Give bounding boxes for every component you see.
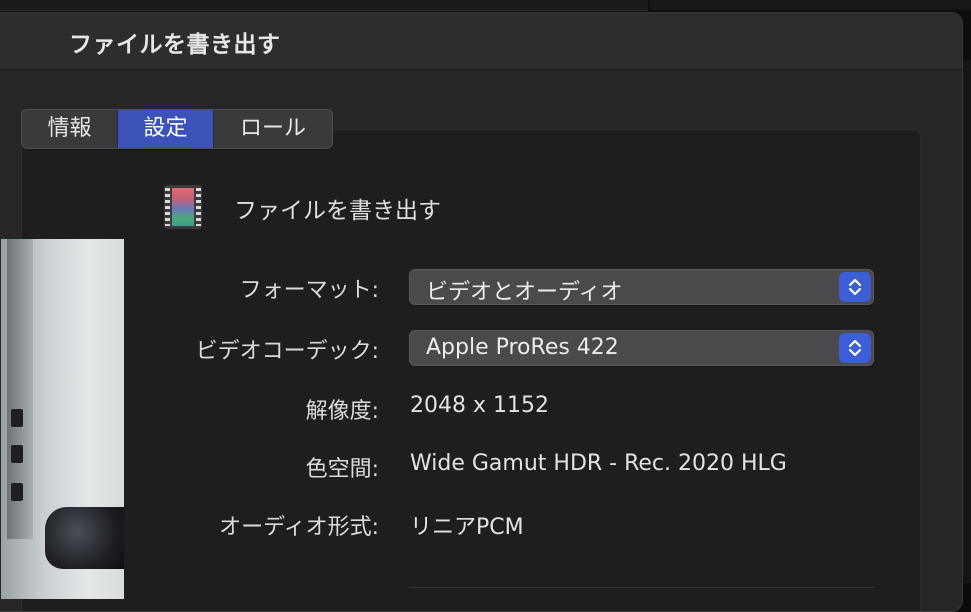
video-codec-value: Apple ProRes 422: [426, 335, 619, 360]
audio-format-label: オーディオ形式:: [219, 515, 379, 540]
format-label: フォーマット:: [239, 278, 379, 303]
video-codec-label: ビデオコーデック:: [195, 339, 379, 364]
color-space-value: Wide Gamut HDR - Rec. 2020 HLG: [410, 451, 787, 476]
chevron-updown-icon[interactable]: [839, 272, 871, 302]
color-space-label: 色空間:: [305, 457, 379, 482]
tab-roles[interactable]: ロール: [214, 110, 332, 148]
audio-format-value: リニアPCM: [410, 515, 524, 540]
background-window-edge-right: [650, 0, 971, 10]
export-file-window: ファイルを書き出す 情報 設定 ロール ファイルを書き出す フォーマット: ビデ…: [0, 12, 963, 612]
background-window-edge: [0, 0, 648, 11]
window-titlebar: ファイルを書き出す: [0, 13, 962, 70]
tab-bar: 情報 設定 ロール: [21, 109, 333, 149]
preview-thumbnail: [1, 239, 124, 599]
tab-settings[interactable]: 設定: [118, 110, 214, 148]
format-popup[interactable]: ビデオとオーディオ: [409, 269, 874, 305]
export-heading: ファイルを書き出す: [234, 198, 441, 224]
chevron-updown-icon[interactable]: [839, 333, 871, 363]
resolution-value: 2048 x 1152: [410, 393, 549, 418]
divider: [409, 587, 874, 588]
film-strip-icon: [164, 185, 202, 229]
format-value: ビデオとオーディオ: [426, 280, 623, 305]
tab-info[interactable]: 情報: [22, 110, 118, 148]
video-codec-popup[interactable]: Apple ProRes 422: [409, 330, 874, 366]
window-title: ファイルを書き出す: [69, 32, 281, 58]
resolution-label: 解像度:: [305, 399, 379, 424]
